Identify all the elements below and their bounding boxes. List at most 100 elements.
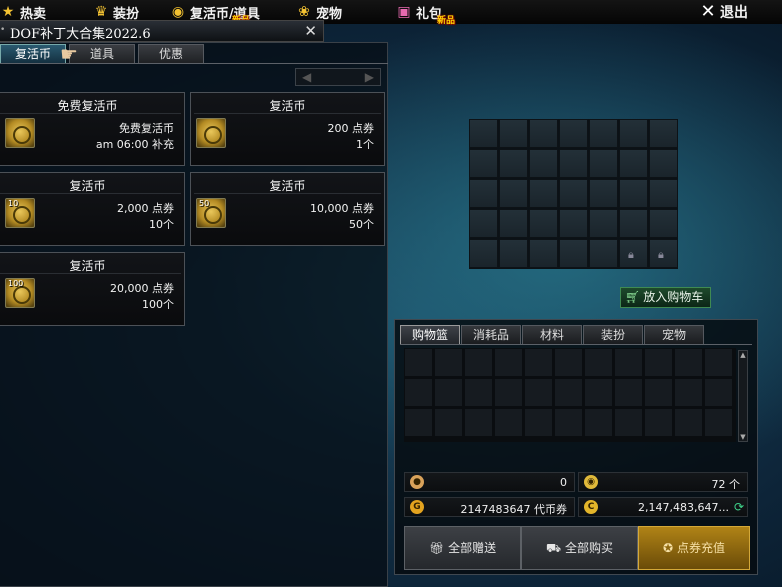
gift-all-button[interactable]: 🎁︎ 全部赠送 xyxy=(404,526,521,570)
preview-slot[interactable] xyxy=(649,149,678,178)
basket-slot[interactable] xyxy=(464,378,493,407)
preview-slot[interactable] xyxy=(559,119,588,148)
tab-consumables[interactable]: 消耗品 xyxy=(461,325,521,345)
tab-discount[interactable]: 优惠 xyxy=(138,44,204,64)
shop-item-card[interactable]: 复活币 50 10,000 点券 50个 xyxy=(190,172,385,246)
basket-slot[interactable] xyxy=(644,378,673,407)
basket-slot[interactable] xyxy=(554,348,583,377)
preview-slot[interactable] xyxy=(529,119,558,148)
preview-slot[interactable] xyxy=(559,239,588,268)
nav-pet[interactable]: ❀ 宠物 xyxy=(296,2,342,22)
preview-slot[interactable] xyxy=(469,239,498,268)
basket-slot[interactable] xyxy=(644,348,673,377)
preview-slot[interactable] xyxy=(589,239,618,268)
basket-slot[interactable] xyxy=(494,408,523,437)
revive-coin-icon xyxy=(196,118,226,148)
tab-items[interactable]: 道具 xyxy=(69,44,135,64)
prev-page-button[interactable]: ◀ xyxy=(302,69,311,85)
nav-dress[interactable]: ♛ 装扮 xyxy=(93,2,139,22)
preview-slot[interactable] xyxy=(649,209,678,238)
preview-slot[interactable] xyxy=(589,119,618,148)
basket-scrollbar[interactable]: ▲ ▼ xyxy=(738,350,748,442)
basket-slot[interactable] xyxy=(614,408,643,437)
preview-slot[interactable] xyxy=(499,179,528,208)
preview-slot[interactable] xyxy=(559,149,588,178)
preview-slot[interactable] xyxy=(499,239,528,268)
basket-slot[interactable] xyxy=(464,408,493,437)
basket-slot[interactable] xyxy=(704,378,733,407)
preview-slot[interactable] xyxy=(619,179,648,208)
shop-item-card[interactable]: 复活币 200 点券 1个 xyxy=(190,92,385,166)
tab-pets[interactable]: 宠物 xyxy=(644,325,704,345)
basket-slot[interactable] xyxy=(704,408,733,437)
tab-materials[interactable]: 材料 xyxy=(522,325,582,345)
basket-slot[interactable] xyxy=(524,378,553,407)
basket-slot[interactable] xyxy=(674,348,703,377)
preview-slot[interactable] xyxy=(469,209,498,238)
preview-slot[interactable] xyxy=(499,119,528,148)
preview-slot[interactable] xyxy=(529,149,558,178)
preview-slot[interactable] xyxy=(469,179,498,208)
shop-item-card[interactable]: 复活币 100 20,000 点券 100个 xyxy=(0,252,185,326)
preview-slot[interactable] xyxy=(559,209,588,238)
basket-slot[interactable] xyxy=(704,348,733,377)
basket-slot[interactable] xyxy=(494,348,523,377)
preview-slot[interactable] xyxy=(589,209,618,238)
basket-slot[interactable] xyxy=(434,348,463,377)
basket-slot[interactable] xyxy=(584,348,613,377)
preview-slot[interactable] xyxy=(619,149,648,178)
item-title: 免费复活币 xyxy=(57,99,118,113)
preview-slot[interactable] xyxy=(619,119,648,148)
preview-slot[interactable] xyxy=(499,209,528,238)
points-icon: C xyxy=(584,500,598,514)
next-page-button[interactable]: ▶ xyxy=(365,69,374,85)
scroll-down-button[interactable]: ▼ xyxy=(739,433,747,441)
preview-slot[interactable] xyxy=(589,179,618,208)
shop-item-card[interactable]: 免费复活币 免费复活币 am 06:00 补充 xyxy=(0,92,185,166)
refresh-icon[interactable]: ⟳ xyxy=(734,500,744,514)
basket-slot[interactable] xyxy=(404,408,433,437)
close-window-button[interactable]: ✕ xyxy=(304,22,317,40)
preview-slot[interactable] xyxy=(589,149,618,178)
category-tabs: 复活币 道具 优惠 xyxy=(0,44,207,64)
scroll-up-button[interactable]: ▲ xyxy=(739,351,747,359)
preview-slot[interactable] xyxy=(529,209,558,238)
tab-dress[interactable]: 装扮 xyxy=(583,325,643,345)
basket-slot[interactable] xyxy=(584,378,613,407)
nav-gift[interactable]: ▣ 礼包 xyxy=(396,2,442,22)
basket-slot[interactable] xyxy=(674,378,703,407)
preview-slot[interactable] xyxy=(559,179,588,208)
basket-slot[interactable] xyxy=(644,408,673,437)
basket-slot[interactable] xyxy=(674,408,703,437)
add-to-cart-button[interactable]: 🛒︎ 放入购物车 xyxy=(620,287,711,308)
basket-slot[interactable] xyxy=(524,408,553,437)
preview-slot[interactable] xyxy=(619,209,648,238)
basket-slot[interactable] xyxy=(404,378,433,407)
preview-slot[interactable] xyxy=(499,149,528,178)
tab-basket[interactable]: 购物篮 xyxy=(400,325,460,345)
basket-slot[interactable] xyxy=(554,378,583,407)
quantity-badge: 10 xyxy=(8,199,19,208)
basket-slot[interactable] xyxy=(404,348,433,377)
preview-slot[interactable] xyxy=(529,239,558,268)
buy-all-button[interactable]: ⛟ 全部购买 xyxy=(521,526,638,570)
preview-slot[interactable] xyxy=(649,179,678,208)
basket-slot[interactable] xyxy=(614,348,643,377)
basket-slot[interactable] xyxy=(524,348,553,377)
basket-slot[interactable] xyxy=(584,408,613,437)
basket-slot[interactable] xyxy=(614,378,643,407)
shop-item-card[interactable]: 复活币 10 2,000 点券 10个 xyxy=(0,172,185,246)
basket-slot[interactable] xyxy=(464,348,493,377)
nav-hot[interactable]: ★ 热卖 xyxy=(0,2,46,22)
preview-slot[interactable] xyxy=(469,149,498,178)
basket-slot[interactable] xyxy=(554,408,583,437)
exit-button[interactable]: ✕ 退出 xyxy=(700,2,748,22)
basket-slot[interactable] xyxy=(434,408,463,437)
recharge-button[interactable]: ✪ 点券充值 xyxy=(638,526,750,570)
preview-slot[interactable] xyxy=(469,119,498,148)
preview-slot[interactable] xyxy=(649,119,678,148)
tab-revive-coin[interactable]: 复活币 xyxy=(0,44,66,64)
basket-slot[interactable] xyxy=(494,378,523,407)
preview-slot[interactable] xyxy=(529,179,558,208)
basket-slot[interactable] xyxy=(434,378,463,407)
